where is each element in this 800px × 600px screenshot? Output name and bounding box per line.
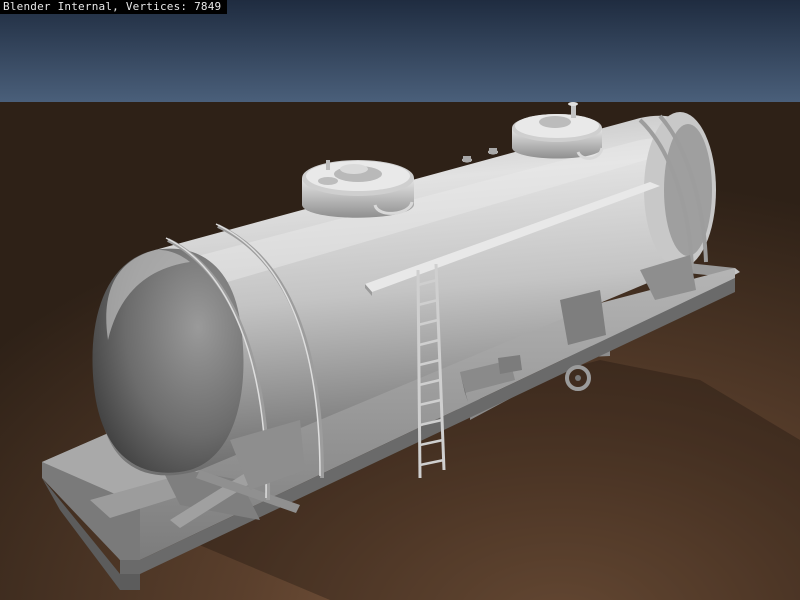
vertices-count: 7849 bbox=[194, 0, 222, 13]
vertices-label: Vertices: bbox=[125, 0, 188, 13]
info-separator: , bbox=[112, 0, 126, 13]
render-info-bar: Blender Internal, Vertices: 7849 bbox=[0, 0, 228, 14]
sky bbox=[0, 0, 800, 102]
renderer-name: Blender Internal bbox=[3, 0, 113, 13]
render-viewport: Blender Internal, Vertices: 7849 bbox=[0, 0, 800, 600]
render-image bbox=[0, 0, 800, 600]
front-dome bbox=[302, 160, 414, 218]
